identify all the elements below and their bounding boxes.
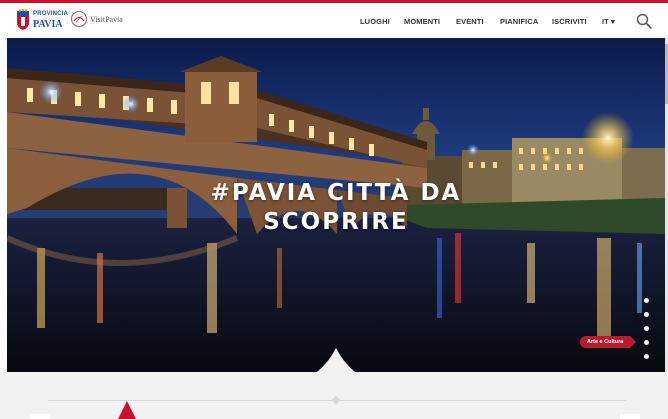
nav-momenti[interactable]: MOMENTI (404, 17, 440, 26)
language-selector[interactable]: IT ▾ (602, 17, 615, 26)
hero-title-line1: #PAVIA CITTÀ DA (210, 180, 462, 206)
red-triangle-icon (117, 401, 137, 419)
content-section (0, 372, 668, 419)
search-icon[interactable] (636, 13, 652, 29)
hero-slider[interactable]: #PAVIA CITTÀ DA SCOPRIRE Arte e Cultura (7, 38, 665, 372)
card-left[interactable] (30, 414, 50, 419)
nav-iscriviti[interactable]: ISCRIVITI (552, 17, 587, 26)
province-logo[interactable]: PROVINCIA PAVIA (16, 9, 68, 33)
hero-title-line2: SCOPRIRE (263, 209, 409, 235)
visitpavia-emblem-icon (70, 10, 88, 28)
nav-eventi[interactable]: EVENTI (456, 17, 484, 26)
slide-dot-5[interactable] (644, 354, 649, 359)
divider-diamond-icon (331, 395, 341, 405)
slide-dot-4[interactable] (644, 340, 649, 345)
nav-luoghi[interactable]: LUOGHI (360, 17, 390, 26)
slide-dot-2[interactable] (644, 312, 649, 317)
crest-icon (17, 9, 29, 30)
nav-pianifica[interactable]: PIANIFICA (500, 17, 538, 26)
card-right[interactable] (620, 414, 640, 419)
slide-dot-1[interactable] (644, 298, 649, 303)
category-badge[interactable]: Arte e Cultura (580, 336, 637, 348)
site-header: PROVINCIA PAVIA VisitPavia LUOGHI MOMENT… (0, 3, 668, 38)
slide-dot-3[interactable] (644, 326, 649, 331)
visitpavia-logo-text: VisitPavia (90, 15, 123, 24)
province-logo-line1: PROVINCIA (33, 11, 69, 17)
province-logo-line2: PAVIA (33, 19, 63, 30)
